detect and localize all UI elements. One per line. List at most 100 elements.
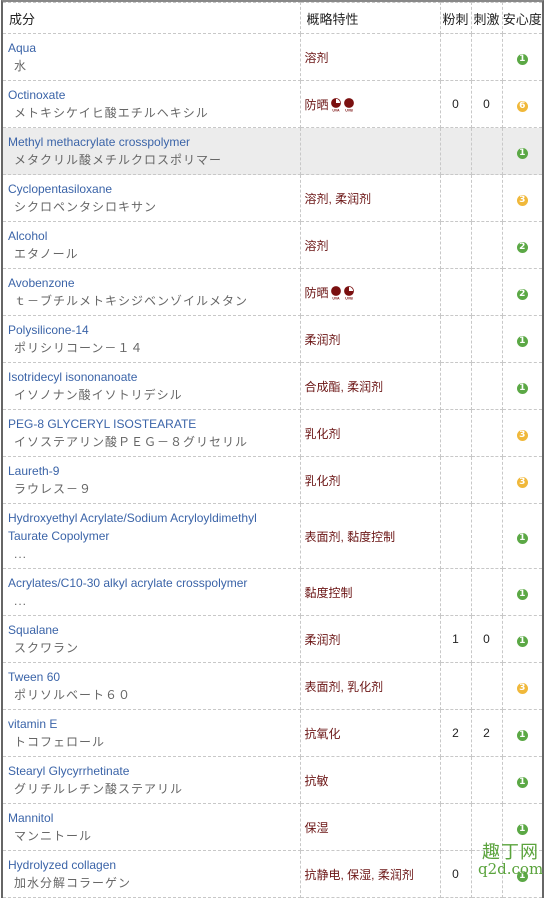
property-text: 抗静电, 保湿, 柔润剂 (304, 867, 414, 882)
acne-score: 1 (439, 615, 472, 663)
irritation-score: 0 (470, 80, 503, 128)
ingredient-cell: Avobenzone ｔ－ブチルメトキシジベンゾイルメタン (3, 268, 301, 316)
table-row[interactable]: Mannitol マンニトール 保湿 1 (3, 803, 542, 851)
irritation-score (470, 174, 503, 222)
property-cell: 乳化剂 (299, 456, 441, 504)
safety-cell: 1 (501, 803, 542, 851)
safety-cell: 1 (501, 127, 542, 175)
property-cell: 抗敏 (299, 756, 441, 804)
property-cell: 乳化剂 (299, 409, 441, 457)
ingredient-name-link[interactable]: Octinoxate (8, 86, 296, 104)
ingredient-name-link[interactable]: Laureth-9 (8, 462, 296, 480)
ingredient-cell: Mannitol マンニトール (3, 803, 301, 851)
ingredient-name-link[interactable]: Stearyl Glycyrrhetinate (8, 762, 296, 780)
property-text: 溶剂, 柔润剂 (304, 191, 372, 206)
table-row[interactable]: Acrylates/C10-30 alkyl acrylate crosspol… (3, 568, 542, 616)
property-text: 合成酯, 柔润剂 (304, 379, 384, 394)
table-row[interactable]: Tween 60 ポリソルベート６０ 表面剂, 乳化剂 3 (3, 662, 542, 710)
irritation-score (470, 409, 503, 457)
uva-protection-icon: UVA (330, 98, 341, 112)
ingredient-name-link[interactable]: Cyclopentasiloxane (8, 180, 296, 198)
table-row[interactable]: Octinoxate メトキシケイヒ酸エチルヘキシル 防晒 UVA UVB 0 0 6 (3, 80, 542, 128)
ingredient-cell: Isotridecyl isononanoate イソノナン酸イソトリデシル (3, 362, 301, 410)
property-text: 抗敏 (304, 773, 329, 788)
header-acne[interactable]: 粉刺 (439, 2, 472, 34)
property-cell: 合成酯, 柔润剂 (299, 362, 441, 410)
property-text: 防晒 (304, 97, 329, 112)
safety-rating-badge: 3 (516, 682, 528, 694)
acne-score (439, 803, 472, 851)
property-cell: 柔润剂 (299, 615, 441, 663)
property-cell: 防晒 UVA UVB (299, 80, 441, 128)
table-row[interactable]: vitamin E トコフェロール 抗氧化 2 2 1 (3, 709, 542, 757)
safety-rating-badge: 3 (516, 194, 528, 206)
safety-rating-badge: 1 (516, 635, 528, 647)
acne-score (439, 568, 472, 616)
safety-rating-badge: 2 (516, 288, 528, 300)
table-row[interactable]: Isotridecyl isononanoate イソノナン酸イソトリデシル 合成酯… (3, 362, 542, 410)
irritation-score (470, 456, 503, 504)
table-row[interactable]: Hydroxyethyl Acrylate/Sodium Acryloyldim… (3, 503, 542, 569)
ingredient-name-link[interactable]: Mannitol (8, 809, 296, 827)
table-row[interactable]: Hydrolyzed collagen 加水分解コラーゲン 抗静电, 保湿, 柔润剂… (3, 850, 542, 898)
property-cell: 表面剂, 乳化剂 (299, 662, 441, 710)
table-row[interactable]: Squalane スクワラン 柔润剂 1 0 1 (3, 615, 542, 663)
property-text: 抗氧化 (304, 726, 341, 741)
header-irritation[interactable]: 刺激 (470, 2, 503, 34)
safety-cell: 1 (501, 33, 542, 81)
table-row[interactable]: Stearyl Glycyrrhetinate グリチルレチン酸ステアリル 抗敏 1 (3, 756, 542, 804)
ingredient-name-link[interactable]: Alcohol (8, 227, 296, 245)
ingredient-name-link[interactable]: Polysilicone-14 (8, 321, 296, 339)
property-cell: 保湿 (299, 803, 441, 851)
ingredient-japanese-name: グリチルレチン酸ステアリル (14, 782, 184, 796)
ingredient-japanese-name: エタノール (14, 247, 79, 261)
table-row[interactable]: Laureth-9 ラウレス－９ 乳化剂 3 (3, 456, 542, 504)
ingredient-cell: Cyclopentasiloxane シクロペンタシロキサン (3, 174, 301, 222)
irritation-score (470, 315, 503, 363)
ingredient-name-link[interactable]: Aqua (8, 39, 296, 57)
safety-rating-badge: 1 (516, 588, 528, 600)
ingredient-name-link[interactable]: Hydroxyethyl Acrylate/Sodium Acryloyldim… (8, 509, 296, 545)
ingredient-japanese-name: ポリソルベート６０ (14, 688, 132, 702)
table-row[interactable]: Alcohol エタノール 溶剂 2 (3, 221, 542, 269)
ingredient-name-link[interactable]: PEG-8 GLYCERYL ISOSTEARATE (8, 415, 296, 433)
table-row[interactable]: Cyclopentasiloxane シクロペンタシロキサン 溶剂, 柔润剂 3 (3, 174, 542, 222)
property-cell: 黏度控制 (299, 568, 441, 616)
ingredient-name-link[interactable]: Avobenzone (8, 274, 296, 292)
ingredient-name-link[interactable]: Tween 60 (8, 668, 296, 686)
ingredient-name-link[interactable]: Isotridecyl isononanoate (8, 368, 296, 386)
ingredient-name-link[interactable]: Acrylates/C10-30 alkyl acrylate crosspol… (8, 574, 296, 592)
table-row[interactable]: Avobenzone ｔ－ブチルメトキシジベンゾイルメタン 防晒 UVA UVB 2 (3, 268, 542, 316)
ingredient-japanese-name: ｔ－ブチルメトキシジベンゾイルメタン (14, 294, 249, 308)
ingredient-cell: Acrylates/C10-30 alkyl acrylate crosspol… (3, 568, 301, 616)
acne-score (439, 756, 472, 804)
acne-score (439, 315, 472, 363)
ingredient-japanese-name: 加水分解コラーゲン (14, 876, 132, 890)
ingredient-name-link[interactable]: vitamin E (8, 715, 296, 733)
acne-score (439, 362, 472, 410)
safety-rating-badge: 1 (516, 823, 528, 835)
acne-score: 2 (439, 709, 472, 757)
table-row[interactable]: PEG-8 GLYCERYL ISOSTEARATE イソステアリン酸ＰＥＧ－８グ… (3, 409, 542, 457)
table-row[interactable]: Methyl methacrylate crosspolymer メタクリル酸メチ… (3, 127, 542, 175)
ingredient-cell: Octinoxate メトキシケイヒ酸エチルヘキシル (3, 80, 301, 128)
header-ingredient[interactable]: 成分 (3, 2, 301, 34)
ingredient-name-link[interactable]: Squalane (8, 621, 296, 639)
uva-protection-icon: UVA (330, 286, 341, 300)
table-row[interactable]: Polysilicone-14 ポリシリコーン－１４ 柔润剂 1 (3, 315, 542, 363)
acne-score (439, 456, 472, 504)
ingredient-japanese-name: シクロペンタシロキサン (14, 200, 158, 214)
ingredient-japanese-name: 水 (14, 59, 28, 73)
acne-score: 0 (439, 850, 472, 898)
ingredient-japanese-name: ... (14, 594, 28, 608)
header-safety[interactable]: 安心度 (501, 2, 542, 34)
property-cell: 柔润剂 (299, 315, 441, 363)
property-text: 柔润剂 (304, 632, 341, 647)
ingredient-name-link[interactable]: Hydrolyzed collagen (8, 856, 296, 874)
ingredient-japanese-name: イソノナン酸イソトリデシル (14, 388, 183, 402)
header-property[interactable]: 概略特性 (299, 2, 441, 34)
table-row[interactable]: Aqua 水 溶剂 1 (3, 33, 542, 81)
ingredient-name-link[interactable]: Methyl methacrylate crosspolymer (8, 133, 296, 151)
property-cell: 溶剂, 柔润剂 (299, 174, 441, 222)
ingredient-japanese-name: ... (14, 547, 28, 561)
